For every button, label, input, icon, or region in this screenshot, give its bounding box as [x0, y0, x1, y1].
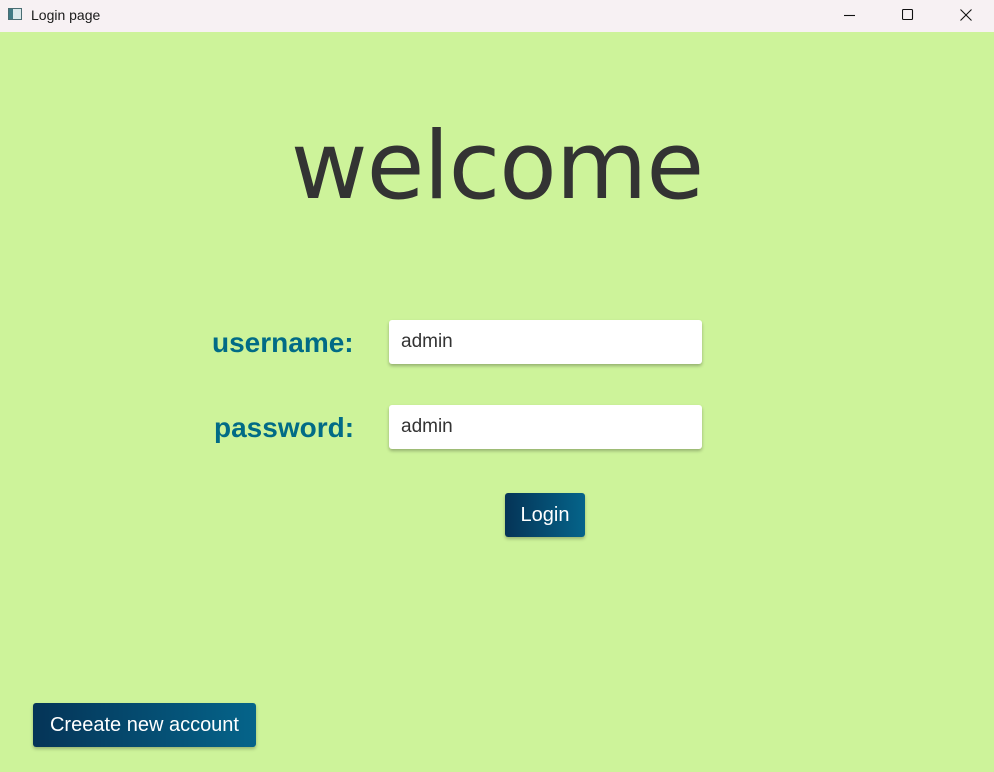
maximize-button[interactable] — [879, 0, 937, 30]
login-button[interactable]: Login — [505, 493, 585, 537]
title-bar[interactable]: Login page — [0, 0, 994, 32]
welcome-heading: welcome — [290, 112, 704, 221]
password-input[interactable] — [389, 405, 702, 449]
minimize-button[interactable] — [821, 0, 879, 30]
minimize-icon — [844, 14, 855, 17]
app-icon — [8, 8, 22, 20]
close-button[interactable] — [937, 0, 994, 30]
window-title: Login page — [31, 7, 101, 23]
login-window: Login page welcome username: password: L… — [0, 0, 994, 772]
password-label: password: — [214, 412, 355, 443]
close-icon — [960, 9, 972, 21]
maximize-icon — [902, 9, 914, 21]
username-input[interactable] — [389, 320, 702, 364]
username-label: username: — [212, 327, 354, 358]
create-account-button[interactable]: Creeate new account — [33, 703, 256, 747]
